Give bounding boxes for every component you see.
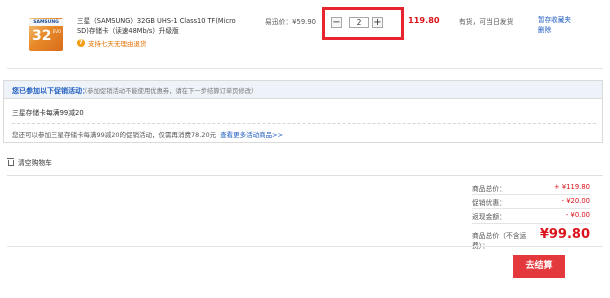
item-operations: 暂存收藏夹 删除 (538, 15, 571, 35)
item-subtotal: 119.80 (408, 15, 440, 25)
promotion-panel: 您已参加以下促销活动： （参加促销活动不能使用优惠券，请在下一步结算订单页修改）… (3, 80, 603, 143)
trash-icon (7, 158, 14, 166)
promotion-title: 您已参加以下促销活动： (12, 87, 89, 95)
summary-divider (7, 175, 603, 176)
product-thumbnail[interactable]: SAMSUNG 32 EVO (29, 18, 63, 51)
dashed-divider (12, 123, 596, 124)
quantity-highlight-box: − 2 + (322, 7, 404, 40)
stock-status: 有货，可当日发货 (459, 18, 514, 26)
thumb-evo-text: EVO (52, 29, 61, 34)
cashback-label: 返现金额： (472, 213, 506, 221)
unit-price: 易迅价：¥59.90 (265, 18, 316, 26)
delete-link[interactable]: 删除 (538, 25, 571, 35)
return-policy: 7 支持七天无理由退货 (77, 38, 147, 48)
quantity-increase-button[interactable]: + (372, 17, 383, 28)
thumb-brand-text: SAMSUNG (29, 19, 63, 26)
more-products-link[interactable]: 查看更多活动商品>> (220, 131, 283, 139)
quantity-input[interactable]: 2 (349, 17, 369, 28)
checkout-button[interactable]: 去结算 (513, 255, 565, 278)
return-policy-text: 支持七天无理由退货 (88, 40, 147, 48)
cashback-row: 返现金额： - ¥0.00 (472, 211, 590, 223)
footer-divider (7, 246, 603, 247)
promotion-note: （参加促销活动不能使用优惠券，请在下一步结算订单页修改） (81, 88, 258, 95)
thumb-capacity-text: 32 (32, 28, 52, 44)
summary-row-divider (472, 194, 590, 195)
quantity-decrease-button[interactable]: − (331, 17, 342, 28)
order-total-value: ¥99.80 (539, 227, 590, 242)
promotion-rule: 三星存储卡每满99减20 (12, 109, 84, 117)
cashback-value: - ¥0.00 (565, 211, 590, 219)
product-name-link[interactable]: 三星（SAMSUNG）32GB UHS-1 Class10 TF(Micro S… (77, 16, 247, 36)
clear-cart-label: 清空购物车 (18, 159, 52, 167)
summary-row-divider (472, 208, 590, 209)
summary-row-divider (472, 223, 590, 224)
promotion-tip: 您还可以参加三星存储卡每满99减20的促销活动，仅需再消费78.20元 查看更多活… (12, 129, 283, 139)
save-to-favorites-link[interactable]: 暂存收藏夹 (538, 15, 571, 25)
cart-item-row: SAMSUNG 32 EVO 三星（SAMSUNG）32GB UHS-1 Cla… (7, 0, 603, 69)
promotion-tip-text: 您还可以参加三星存储卡每满99减20的促销活动，仅需再消费78.20元 (12, 131, 217, 139)
promotion-header: 您已参加以下促销活动： （参加促销活动不能使用优惠券，请在下一步结算订单页修改） (4, 81, 602, 99)
clear-cart-button[interactable]: 清空购物车 (7, 157, 52, 167)
order-total-label: 商品总价（不含运费）： (472, 232, 527, 250)
seven-day-icon: 7 (77, 39, 85, 47)
